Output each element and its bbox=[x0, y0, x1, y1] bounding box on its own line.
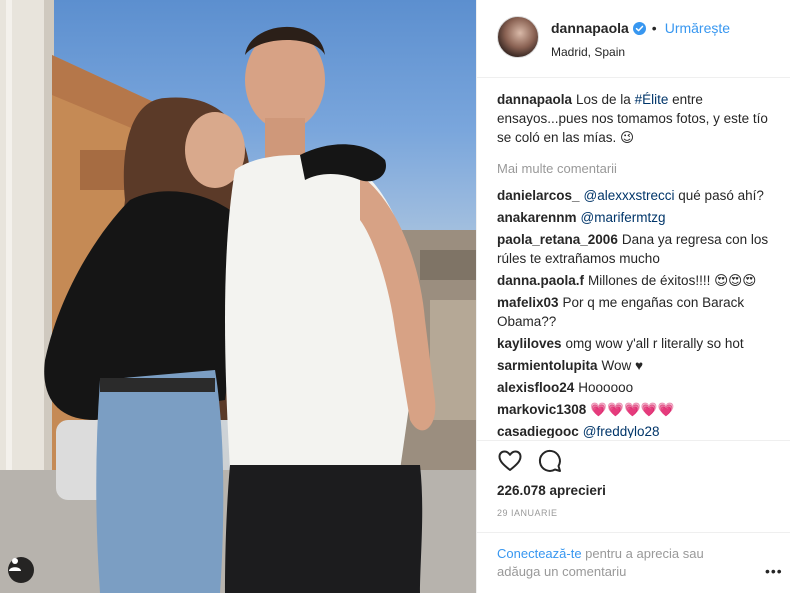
post-header: dannapaola • Urmărește Madrid, Spain bbox=[477, 0, 790, 78]
comment-item: sarmientolupita Wow ♥ bbox=[497, 356, 779, 375]
comment-bubble-icon[interactable] bbox=[537, 448, 563, 474]
verified-badge-icon bbox=[632, 21, 646, 35]
post-photo[interactable] bbox=[0, 0, 476, 593]
login-link[interactable]: Conectează-te bbox=[497, 546, 582, 561]
comment-username[interactable]: sarmientolupita bbox=[497, 358, 598, 373]
more-options-button[interactable]: ••• bbox=[765, 563, 783, 579]
post-author-username[interactable]: dannapaola bbox=[551, 20, 629, 36]
comment-item: casadiegooc @freddylo28 bbox=[497, 422, 779, 438]
comment-text: omg wow y'all r literally so hot bbox=[565, 336, 744, 351]
comment-text: qué pasó ahí? bbox=[674, 188, 764, 203]
comment-username[interactable]: casadiegooc bbox=[497, 424, 579, 438]
login-prompt-text: Conectează-te pentru a aprecia sau adăug… bbox=[497, 545, 747, 581]
comment-username[interactable]: danna.paola.f bbox=[497, 273, 584, 288]
comment-mention[interactable]: @freddylo28 bbox=[583, 424, 660, 438]
comment-mention[interactable]: @alexxxstrecci bbox=[584, 188, 675, 203]
user-tags-button[interactable] bbox=[8, 557, 34, 583]
post-caption: dannapaola Los de la #Élite entre ensayos… bbox=[497, 90, 779, 147]
caption-text-before: Los de la bbox=[576, 92, 635, 107]
avatar[interactable] bbox=[497, 16, 539, 58]
follow-button[interactable]: Urmărește bbox=[665, 20, 730, 36]
comment-item: markovic1308 💗💗💗💗💗 bbox=[497, 400, 779, 419]
username-row: dannapaola • Urmărește bbox=[551, 20, 730, 36]
post-details-panel: dannapaola • Urmărește Madrid, Spain dan… bbox=[476, 0, 790, 593]
comment-item: danielarcos_ @alexxxstrecci qué pasó ahí? bbox=[497, 186, 779, 205]
comments-list[interactable]: dannapaola Los de la #Élite entre ensayos… bbox=[497, 90, 779, 438]
comment-item: mafelix03 Por q me engañas con Barack Oba… bbox=[497, 293, 779, 331]
post-date: 29 IANUARIE bbox=[497, 508, 558, 518]
comment-username[interactable]: alexisfloo24 bbox=[497, 380, 574, 395]
comment-text: Hoooooo bbox=[578, 380, 634, 395]
hashtag-link[interactable]: #Élite bbox=[635, 92, 669, 107]
comment-item: danna.paola.f Millones de éxitos!!!! 😍😍😍 bbox=[497, 271, 779, 290]
login-prompt: Conectează-te pentru a aprecia sau adăug… bbox=[477, 532, 790, 593]
comment-username[interactable]: paola_retana_2006 bbox=[497, 232, 618, 247]
comment-username[interactable]: kayliloves bbox=[497, 336, 562, 351]
comment-username[interactable]: mafelix03 bbox=[497, 295, 559, 310]
location-link[interactable]: Madrid, Spain bbox=[551, 45, 625, 59]
comment-item: paola_retana_2006 Dana ya regresa con los… bbox=[497, 230, 779, 268]
comment-username[interactable]: danielarcos_ bbox=[497, 188, 580, 203]
actions-divider bbox=[477, 440, 790, 441]
comment-item: kayliloves omg wow y'all r literally so h… bbox=[497, 334, 779, 353]
likes-count[interactable]: 226.078 aprecieri bbox=[497, 483, 606, 498]
comment-text: 💗💗💗💗💗 bbox=[590, 402, 675, 417]
more-comments-button[interactable]: Mai multe comentarii bbox=[497, 159, 779, 178]
comment-item: anakarennm @marifermtzg bbox=[497, 208, 779, 227]
comment-item: alexisfloo24 Hoooooo bbox=[497, 378, 779, 397]
caption-username[interactable]: dannapaola bbox=[497, 92, 572, 107]
comment-text: Wow ♥ bbox=[601, 358, 644, 373]
heart-icon[interactable] bbox=[497, 448, 523, 474]
comment-username[interactable]: markovic1308 bbox=[497, 402, 586, 417]
comment-text: Millones de éxitos!!!! 😍😍😍 bbox=[588, 273, 757, 288]
comment-username[interactable]: anakarennm bbox=[497, 210, 577, 225]
person-icon bbox=[9, 558, 21, 571]
header-separator: • bbox=[651, 20, 657, 36]
photo-illustration bbox=[0, 0, 476, 593]
comment-mention[interactable]: @marifermtzg bbox=[581, 210, 666, 225]
